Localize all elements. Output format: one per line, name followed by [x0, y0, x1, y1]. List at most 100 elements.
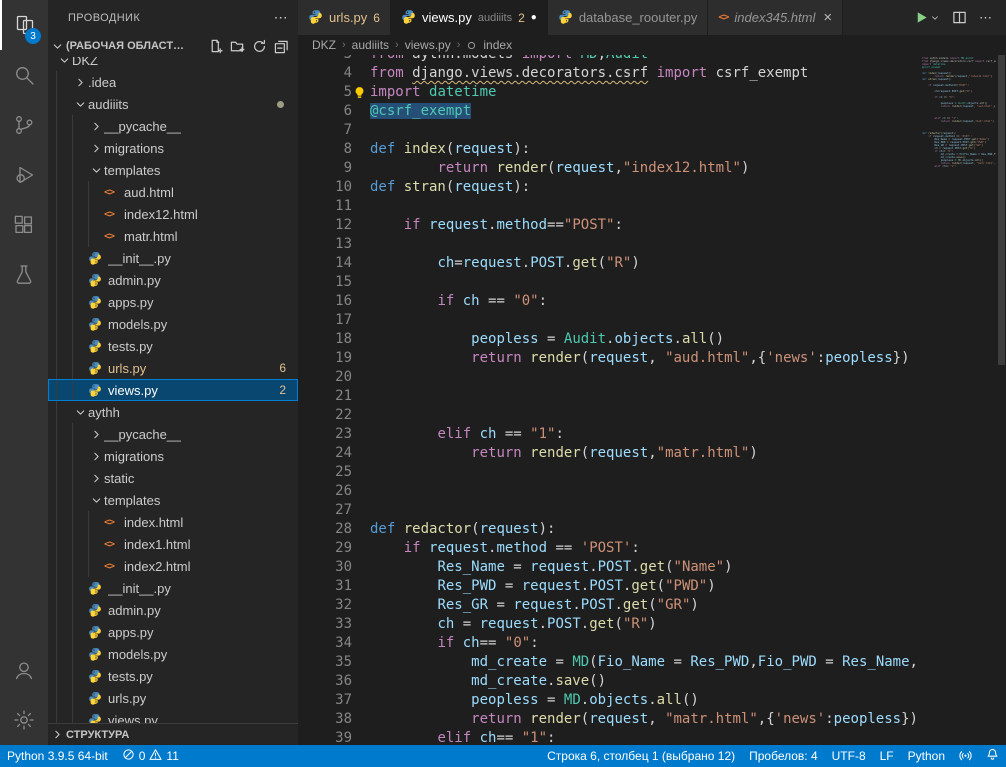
- code-line-4[interactable]: from django.views.decorators.csrf import…: [370, 64, 922, 83]
- line-number[interactable]: 7: [298, 121, 352, 140]
- tree-item-urls.py[interactable]: urls.py6: [48, 357, 298, 379]
- tree-item-migrations[interactable]: migrations: [48, 137, 298, 159]
- run-dropdown-chevron-icon[interactable]: [930, 13, 940, 23]
- code-line-37[interactable]: peopless = MD.objects.all(): [370, 691, 922, 710]
- code-editor[interactable]: 3456789101112131415161718192021222324252…: [298, 55, 1006, 745]
- breadcrumb-item[interactable]: audiiits: [352, 38, 389, 52]
- indentation-status[interactable]: Пробелов: 4: [742, 745, 825, 767]
- new-file-icon[interactable]: [206, 37, 224, 55]
- run-and-debug-icon[interactable]: [0, 150, 48, 200]
- code-line-14[interactable]: ch=request.POST.get("R"): [370, 254, 922, 273]
- editor-more-actions-icon[interactable]: ⋯: [979, 10, 992, 26]
- tree-item-views.py[interactable]: views.py: [48, 709, 298, 723]
- run-python-file-button[interactable]: [914, 10, 940, 25]
- line-number[interactable]: 14: [298, 254, 352, 273]
- accounts-icon[interactable]: [0, 645, 48, 695]
- tree-item-aud.html[interactable]: <>aud.html: [48, 181, 298, 203]
- code-line-36[interactable]: md_create.save(): [370, 672, 922, 691]
- line-number[interactable]: 21: [298, 387, 352, 406]
- code-line-15[interactable]: [370, 273, 922, 292]
- tree-item-index12.html[interactable]: <>index12.html: [48, 203, 298, 225]
- problems-status[interactable]: 0 11: [115, 745, 186, 767]
- code-line-6[interactable]: @csrf_exempt: [370, 102, 922, 121]
- workspace-section-header[interactable]: (РАБОЧАЯ ОБЛАСТЬ) ...: [48, 35, 298, 57]
- extensions-icon[interactable]: [0, 200, 48, 250]
- line-number[interactable]: 9: [298, 159, 352, 178]
- split-editor-icon[interactable]: [952, 10, 967, 25]
- explorer-icon[interactable]: 3: [0, 0, 48, 50]
- tree-item-index.html[interactable]: <>index.html: [48, 511, 298, 533]
- tree-item-__pycache__[interactable]: __pycache__: [48, 115, 298, 137]
- tree-item-__init__.py[interactable]: __init__.py: [48, 247, 298, 269]
- tree-item-matr.html[interactable]: <>matr.html: [48, 225, 298, 247]
- tree-item-models.py[interactable]: models.py: [48, 313, 298, 335]
- dirty-dot-icon[interactable]: ●: [531, 12, 537, 23]
- code-line-25[interactable]: [370, 463, 922, 482]
- line-number[interactable]: 38: [298, 710, 352, 729]
- code-line-8[interactable]: def index(request):: [370, 140, 922, 159]
- tab-urls-py[interactable]: urls.py 6: [298, 0, 391, 35]
- collapse-all-icon[interactable]: [272, 37, 290, 55]
- testing-icon[interactable]: [0, 250, 48, 300]
- tree-item-.idea[interactable]: .idea: [48, 71, 298, 93]
- tree-item-templates[interactable]: templates: [48, 159, 298, 181]
- code-line-27[interactable]: [370, 501, 922, 520]
- code-line-17[interactable]: [370, 311, 922, 330]
- line-number[interactable]: 31: [298, 577, 352, 596]
- tree-item-apps.py[interactable]: apps.py: [48, 291, 298, 313]
- code-line-24[interactable]: return render(request,"matr.html"): [370, 444, 922, 463]
- breadcrumb-item[interactable]: index: [483, 38, 512, 52]
- sidebar-more-actions-icon[interactable]: ⋯: [274, 9, 288, 26]
- tree-item-migrations[interactable]: migrations: [48, 445, 298, 467]
- tree-item-views.py[interactable]: views.py2: [48, 379, 298, 401]
- code-line-5[interactable]: import datetime: [370, 83, 922, 102]
- notifications-bell-icon[interactable]: [979, 745, 1006, 767]
- code-line-16[interactable]: if ch == "0":: [370, 292, 922, 311]
- cursor-position-status[interactable]: Строка 6, столбец 1 (выбрано 12): [540, 745, 742, 767]
- line-number[interactable]: 26: [298, 482, 352, 501]
- lightbulb-icon[interactable]: [353, 86, 366, 99]
- line-number[interactable]: 4: [298, 64, 352, 83]
- code-line-12[interactable]: if request.method=="POST":: [370, 216, 922, 235]
- code-line-13[interactable]: [370, 235, 922, 254]
- code-line-35[interactable]: md_create = MD(Fio_Name = Res_PWD,Fio_PW…: [370, 653, 922, 672]
- close-icon[interactable]: ×: [823, 10, 832, 25]
- encoding-status[interactable]: UTF-8: [825, 745, 873, 767]
- line-number[interactable]: 19: [298, 349, 352, 368]
- code-line-21[interactable]: [370, 387, 922, 406]
- new-folder-icon[interactable]: [228, 37, 246, 55]
- tree-item-admin.py[interactable]: admin.py: [48, 269, 298, 291]
- eol-status[interactable]: LF: [873, 745, 901, 767]
- code-line-31[interactable]: Res_PWD = request.POST.get("PWD"): [370, 577, 922, 596]
- signal-icon[interactable]: [952, 745, 979, 767]
- tab-database-roouter-py[interactable]: database_roouter.py: [548, 0, 709, 35]
- search-icon[interactable]: [0, 50, 48, 100]
- line-number[interactable]: 29: [298, 539, 352, 558]
- line-number[interactable]: 13: [298, 235, 352, 254]
- line-number[interactable]: 33: [298, 615, 352, 634]
- tree-item-__pycache__[interactable]: __pycache__: [48, 423, 298, 445]
- tree-item-DKZ[interactable]: DKZ: [48, 57, 298, 71]
- line-number[interactable]: 15: [298, 273, 352, 292]
- python-interpreter-status[interactable]: Python 3.9.5 64-bit: [0, 745, 115, 767]
- line-number[interactable]: 3: [298, 55, 352, 64]
- line-number[interactable]: 24: [298, 444, 352, 463]
- line-number[interactable]: 20: [298, 368, 352, 387]
- line-number[interactable]: 23: [298, 425, 352, 444]
- line-number[interactable]: 18: [298, 330, 352, 349]
- code-line-38[interactable]: return render(request, "matr.html",{'new…: [370, 710, 922, 729]
- code-line-22[interactable]: [370, 406, 922, 425]
- line-number[interactable]: 16: [298, 292, 352, 311]
- line-number[interactable]: 6: [298, 102, 352, 121]
- settings-icon[interactable]: [0, 695, 48, 745]
- code-line-34[interactable]: if ch== "0":: [370, 634, 922, 653]
- line-number[interactable]: 8: [298, 140, 352, 159]
- code-line-20[interactable]: [370, 368, 922, 387]
- code-line-10[interactable]: def stran(request):: [370, 178, 922, 197]
- line-number[interactable]: 32: [298, 596, 352, 615]
- tree-item-tests.py[interactable]: tests.py: [48, 335, 298, 357]
- code-line-3[interactable]: from aythh.models import MD,Audit: [370, 55, 922, 64]
- line-number[interactable]: 10: [298, 178, 352, 197]
- scrollbar-thumb[interactable]: [998, 55, 1005, 365]
- code-line-7[interactable]: [370, 121, 922, 140]
